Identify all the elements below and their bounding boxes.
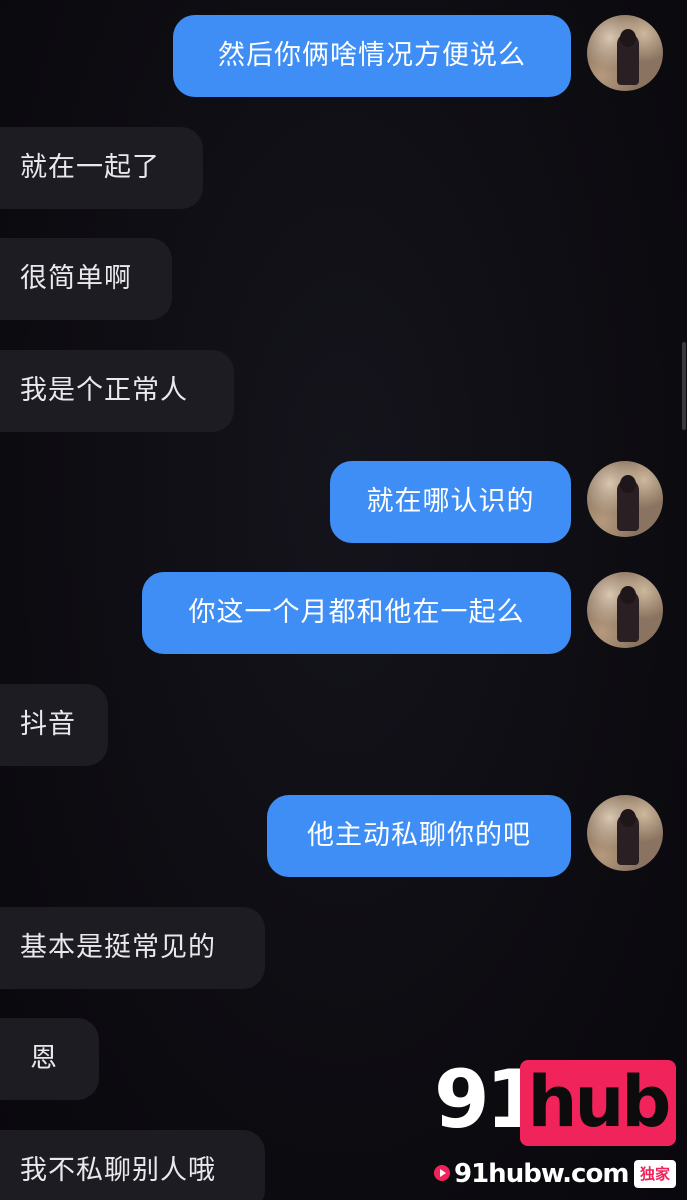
incoming-message-bubble[interactable]: 我是个正常人 xyxy=(0,350,234,432)
watermark-url-row: 91hubw.com 独家 xyxy=(430,1156,680,1192)
outgoing-message-bubble[interactable]: 他主动私聊你的吧 xyxy=(267,795,571,877)
play-icon xyxy=(434,1165,450,1181)
scrollbar[interactable] xyxy=(682,342,686,430)
outgoing-message-bubble[interactable]: 你这一个月都和他在一起么 xyxy=(142,572,571,654)
watermark-url: 91hubw.com xyxy=(454,1159,629,1189)
user-avatar[interactable] xyxy=(587,461,663,537)
incoming-message-bubble[interactable]: 就在一起了 xyxy=(0,127,203,209)
user-avatar[interactable] xyxy=(587,795,663,871)
user-avatar[interactable] xyxy=(587,572,663,648)
incoming-message-bubble[interactable]: 恩 xyxy=(0,1018,99,1100)
watermark-brand: hub xyxy=(520,1060,676,1146)
incoming-message-bubble[interactable]: 很简单啊 xyxy=(0,238,172,320)
chat-view[interactable]: 然后你俩啥情况方便说么 就在一起了 很简单啊 我是个正常人 就在哪认识的 你这一… xyxy=(0,0,687,1200)
outgoing-message-bubble[interactable]: 然后你俩啥情况方便说么 xyxy=(173,15,571,97)
incoming-message-bubble[interactable]: 基本是挺常见的 xyxy=(0,907,265,989)
watermark-badge: 独家 xyxy=(634,1160,676,1188)
user-avatar[interactable] xyxy=(587,15,663,91)
outgoing-message-bubble[interactable]: 就在哪认识的 xyxy=(330,461,571,543)
incoming-message-bubble[interactable]: 抖音 xyxy=(0,684,108,766)
watermark-logo: 91 hub 91hubw.com 独家 xyxy=(430,1056,680,1196)
incoming-message-bubble[interactable]: 我不私聊别人哦 xyxy=(0,1130,265,1200)
